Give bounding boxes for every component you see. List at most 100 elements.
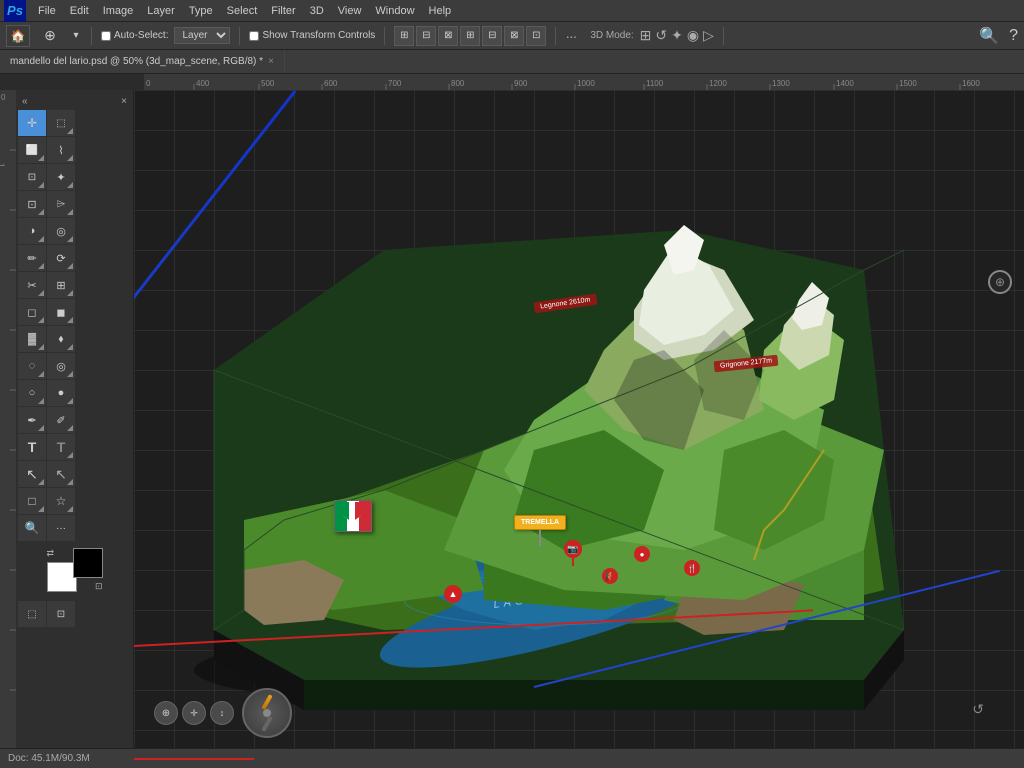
show-transform-checkbox[interactable] bbox=[249, 31, 259, 41]
menu-view[interactable]: View bbox=[332, 3, 368, 19]
ruler-horizontal: 0 400 500 600 700 800 900 1000 1100 1200 bbox=[144, 74, 1024, 90]
tab-title: mandello del lario.psd @ 50% (3d_map_sce… bbox=[10, 56, 263, 67]
tab-close-button[interactable]: × bbox=[268, 56, 274, 67]
separator-3 bbox=[384, 27, 385, 45]
auto-select-checkbox[interactable] bbox=[101, 31, 111, 41]
svg-text:1300: 1300 bbox=[772, 79, 790, 88]
active-tab[interactable]: mandello del lario.psd @ 50% (3d_map_sce… bbox=[0, 50, 285, 73]
history-brush-tool[interactable]: ⟳ bbox=[47, 245, 75, 271]
axis-red-left bbox=[134, 758, 254, 760]
move-tool[interactable]: ✛ bbox=[18, 110, 46, 136]
paint-bucket-tool[interactable]: ⬧ bbox=[47, 326, 75, 352]
compass-wheel[interactable] bbox=[242, 688, 292, 738]
tool-row-10: ◌ ◎ bbox=[18, 353, 131, 379]
collapse-button[interactable]: « bbox=[22, 96, 28, 107]
artboard-tool[interactable]: ⬚ bbox=[47, 110, 75, 136]
menu-filter[interactable]: Filter bbox=[265, 3, 301, 19]
menu-type[interactable]: Type bbox=[183, 3, 219, 19]
ruler-h-svg: 0 400 500 600 700 800 900 1000 1100 1200 bbox=[144, 74, 1024, 90]
search-button[interactable]: 🔍 bbox=[979, 26, 999, 46]
quick-mask-button[interactable]: ⬚ bbox=[18, 601, 46, 627]
lasso-tool[interactable]: ⌇ bbox=[47, 137, 75, 163]
tool-row-2: ⬜ ⌇ bbox=[18, 137, 131, 163]
menu-image[interactable]: Image bbox=[97, 3, 140, 19]
burn-tool[interactable]: ● bbox=[47, 380, 75, 406]
home-button[interactable]: 🏠 bbox=[6, 25, 30, 47]
refresh-icon[interactable]: ↺ bbox=[972, 701, 984, 718]
eraser-tool[interactable]: ◻ bbox=[18, 299, 46, 325]
rect-select-tool[interactable]: ⬜ bbox=[18, 137, 46, 163]
menu-window[interactable]: Window bbox=[369, 3, 420, 19]
crop-tool[interactable]: ⊡ bbox=[18, 191, 46, 217]
brush-tool[interactable]: ✏ bbox=[18, 245, 46, 271]
more-options-button[interactable]: ··· bbox=[565, 28, 576, 44]
3d-orbit-button[interactable]: ⊕ bbox=[154, 701, 178, 725]
blur-tool[interactable]: ◌ bbox=[18, 353, 46, 379]
menu-file[interactable]: File bbox=[32, 3, 62, 19]
menu-3d[interactable]: 3D bbox=[304, 3, 330, 19]
svg-text:1000: 1000 bbox=[577, 79, 595, 88]
3d-rotate-icon[interactable]: ⊞ bbox=[640, 27, 652, 44]
default-colors-icon[interactable]: ⊡ bbox=[95, 581, 103, 592]
gradient-tool[interactable]: ▓ bbox=[18, 326, 46, 352]
menu-layer[interactable]: Layer bbox=[141, 3, 181, 19]
align-left[interactable]: ⊞ bbox=[394, 26, 414, 46]
path-selection-tool[interactable]: ↖ bbox=[18, 461, 46, 487]
3d-pan-icon[interactable]: ✦ bbox=[671, 27, 683, 44]
clone-stamp-tool[interactable]: ✂ bbox=[18, 272, 46, 298]
spot-heal-tool[interactable]: ◑ bbox=[18, 218, 46, 244]
food-marker: 🍴 bbox=[684, 560, 700, 576]
pin-marker-2: ● bbox=[634, 546, 650, 562]
auto-select-label: Auto-Select: bbox=[114, 30, 168, 41]
canvas-area[interactable]: LAGO DI COMO bbox=[134, 90, 1024, 768]
tool-row-11: ○ ● bbox=[18, 380, 131, 406]
3d-roll-icon[interactable]: ↺ bbox=[655, 27, 667, 44]
auto-select-dropdown[interactable]: Layer Group bbox=[174, 27, 230, 44]
align-center-v[interactable]: ⊟ bbox=[482, 26, 502, 46]
eyedropper-tool[interactable]: ⌲ bbox=[47, 191, 75, 217]
rectangle-tool[interactable]: □ bbox=[18, 488, 46, 514]
expand-button[interactable]: × bbox=[121, 96, 127, 107]
direct-selection-tool[interactable]: ↖ bbox=[47, 461, 75, 487]
move-arrow-dropdown[interactable]: ▾ bbox=[70, 23, 82, 49]
separator-5 bbox=[723, 27, 724, 45]
menu-select[interactable]: Select bbox=[221, 3, 264, 19]
magic-wand-tool[interactable]: ✦ bbox=[47, 164, 75, 190]
zoom-tool[interactable]: 🔍 bbox=[18, 515, 46, 541]
3d-slide-icon[interactable]: ◉ bbox=[687, 27, 699, 44]
foreground-color-swatch[interactable] bbox=[73, 548, 103, 578]
dodge-tool[interactable]: ○ bbox=[18, 380, 46, 406]
object-select-tool[interactable]: ⊡ bbox=[18, 164, 46, 190]
svg-text:1200: 1200 bbox=[709, 79, 727, 88]
menu-help[interactable]: Help bbox=[423, 3, 458, 19]
distribute-options[interactable]: ⊡ bbox=[526, 26, 546, 46]
pattern-stamp-tool[interactable]: ⊞ bbox=[47, 272, 75, 298]
3d-view-indicator[interactable]: ⊕ bbox=[988, 270, 1012, 294]
more-tools-button[interactable]: ··· bbox=[47, 515, 75, 541]
magic-eraser-tool[interactable]: ◼ bbox=[47, 299, 75, 325]
custom-shape-tool[interactable]: ☆ bbox=[47, 488, 75, 514]
menu-edit[interactable]: Edit bbox=[64, 3, 95, 19]
help-icon[interactable]: ? bbox=[1009, 27, 1018, 45]
3d-pan-button[interactable]: ✛ bbox=[182, 701, 206, 725]
svg-text:900: 900 bbox=[514, 79, 528, 88]
screen-mode-button[interactable]: ⊡ bbox=[47, 601, 75, 627]
show-transform-option[interactable]: Show Transform Controls bbox=[249, 30, 375, 41]
ruler-vertical: 0 1 bbox=[0, 90, 16, 768]
align-center-h[interactable]: ⊟ bbox=[416, 26, 436, 46]
tool-row-7: ✂ ⊞ bbox=[18, 272, 131, 298]
align-bottom[interactable]: ⊠ bbox=[504, 26, 524, 46]
3d-zoom-control[interactable]: ↕ bbox=[210, 701, 234, 725]
type-tool[interactable]: T bbox=[18, 434, 46, 460]
align-top[interactable]: ⊞ bbox=[460, 26, 480, 46]
3d-zoom-icon[interactable]: ▷ bbox=[703, 27, 714, 44]
auto-select-option[interactable]: Auto-Select: bbox=[101, 30, 168, 41]
align-right[interactable]: ⊠ bbox=[438, 26, 458, 46]
smudge-tool[interactable]: ◎ bbox=[47, 353, 75, 379]
freeform-pen-tool[interactable]: ✐ bbox=[47, 407, 75, 433]
pen-tool[interactable]: ✒ bbox=[18, 407, 46, 433]
swap-colors-icon[interactable]: ⇄ bbox=[47, 548, 55, 559]
type-mask-tool[interactable]: T bbox=[47, 434, 75, 460]
move-tool-options[interactable]: ⊕ bbox=[36, 23, 64, 49]
patch-tool[interactable]: ◎ bbox=[47, 218, 75, 244]
